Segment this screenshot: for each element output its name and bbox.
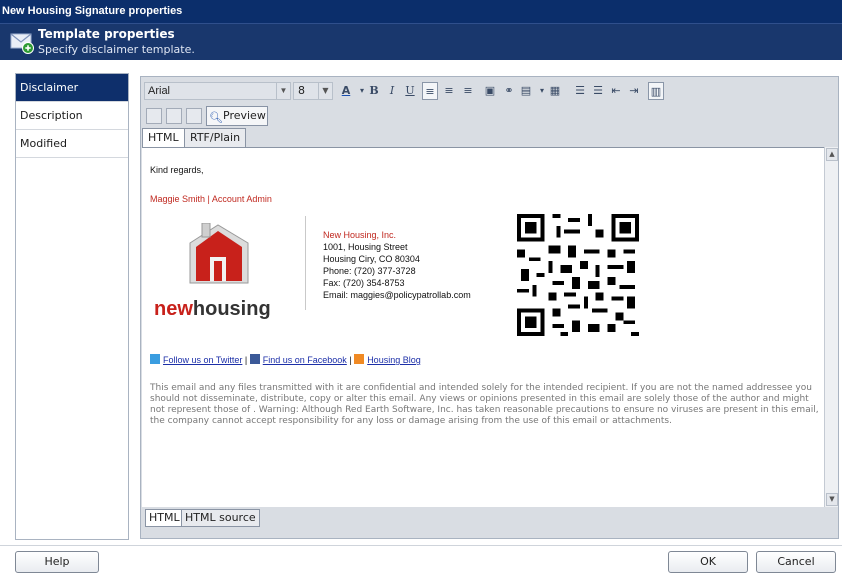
table-icon[interactable]: ▤ xyxy=(518,82,534,100)
logo-text-new: new xyxy=(154,298,193,319)
chevron-down-icon: ▼ xyxy=(318,83,332,99)
twitter-link[interactable]: Follow us on Twitter xyxy=(163,355,242,365)
address-line-2: Housing Ciry, CO 80304 xyxy=(323,254,420,264)
dialog-header: Template properties Specify disclaimer t… xyxy=(0,23,842,60)
footer-divider xyxy=(0,545,842,546)
header-title: Template properties xyxy=(38,27,175,41)
ok-button[interactable]: OK xyxy=(668,551,748,573)
tab-html-view[interactable]: HTML xyxy=(145,509,184,527)
sidebar: Disclaimer Description Modified xyxy=(15,73,129,540)
chevron-down-icon: ▼ xyxy=(276,83,290,99)
help-button[interactable]: Help xyxy=(15,551,99,573)
copy-icon[interactable] xyxy=(146,108,162,124)
font-size-value: 8 xyxy=(298,84,305,97)
unordered-list-icon[interactable]: ☰ xyxy=(590,82,606,100)
secondary-toolbar: 🔍︎ Preview xyxy=(144,106,444,126)
sidebar-item-description[interactable]: Description xyxy=(16,102,128,130)
twitter-icon xyxy=(150,354,160,364)
editor-tabs: HTML RTF/Plain xyxy=(142,128,442,148)
name-line: Maggie Smith | Account Admin xyxy=(150,194,272,204)
rss-icon xyxy=(354,354,365,364)
sidebar-item-modified[interactable]: Modified xyxy=(16,130,128,158)
signature-divider xyxy=(305,216,306,310)
link-icon[interactable]: ⚭ xyxy=(501,82,517,100)
editor-content[interactable]: Kind regards, Maggie Smith | Account Adm… xyxy=(142,147,824,507)
tab-rtf-plain[interactable]: RTF/Plain xyxy=(184,128,247,147)
email-line: Email: maggies@policypatrollab.com xyxy=(323,290,471,300)
preview-button[interactable]: 🔍︎ Preview xyxy=(206,106,268,126)
cancel-button[interactable]: Cancel xyxy=(756,551,836,573)
align-left-icon[interactable]: ≡ xyxy=(422,82,438,100)
tab-html-source[interactable]: HTML source xyxy=(181,509,260,527)
sidebar-item-disclaimer[interactable]: Disclaimer xyxy=(16,74,128,102)
facebook-link[interactable]: Find us on Facebook xyxy=(263,355,347,365)
disclaimer-text: This email and any files transmitted wit… xyxy=(150,383,819,426)
logo-text-housing: housing xyxy=(193,298,271,319)
greeting-text: Kind regards, xyxy=(150,165,204,175)
align-right-icon[interactable]: ≡ xyxy=(460,82,476,100)
window-title: New Housing Signature properties xyxy=(0,0,842,23)
svg-text:newhousing: newhousing xyxy=(154,298,271,319)
insert-field-icon[interactable]: ▦ xyxy=(547,82,563,100)
italic-icon[interactable]: I xyxy=(384,82,400,100)
save-icon[interactable] xyxy=(186,108,202,124)
tab-html[interactable]: HTML xyxy=(142,128,185,148)
font-size-select[interactable]: 8 ▼ xyxy=(293,82,333,100)
indent-icon[interactable]: ⇥ xyxy=(626,82,642,100)
view-tabs: HTML HTML source xyxy=(145,509,545,527)
header-subtitle: Specify disclaimer template. xyxy=(38,43,195,56)
underline-icon[interactable]: U xyxy=(402,82,418,100)
format-toolbar: Arial ▼ 8 ▼ A ▾ B I U ≡ ≡ ≡ ▣ ⚭ ▤ ▾ ▦ ☰ … xyxy=(144,80,834,102)
font-select-value: Arial xyxy=(148,85,171,97)
social-separator-1: | xyxy=(244,355,248,365)
outdent-icon[interactable]: ⇤ xyxy=(608,82,624,100)
font-select[interactable]: Arial ▼ xyxy=(144,82,291,100)
scroll-down-icon[interactable]: ▼ xyxy=(826,493,838,506)
envelope-add-icon xyxy=(10,33,34,54)
bold-icon[interactable]: B xyxy=(366,82,382,100)
ordered-list-icon[interactable]: ☰ xyxy=(572,82,588,100)
html-editor: Arial ▼ 8 ▼ A ▾ B I U ≡ ≡ ≡ ▣ ⚭ ▤ ▾ ▦ ☰ … xyxy=(140,76,839,539)
vertical-scrollbar[interactable]: ▲ ▼ xyxy=(824,147,838,507)
magnifier-icon: 🔍︎ xyxy=(209,111,223,124)
blog-link[interactable]: Housing Blog xyxy=(367,355,421,365)
qr-code xyxy=(513,210,643,340)
newhousing-logo: newhousing xyxy=(154,223,271,319)
phone-line: Phone: (720) 377-3728 xyxy=(323,266,416,276)
facebook-icon xyxy=(249,354,260,364)
image-icon[interactable]: ▣ xyxy=(482,82,498,100)
fax-line: Fax: (720) 354-8753 xyxy=(323,278,405,288)
social-separator-2: | xyxy=(349,355,352,365)
company-name: New Housing, Inc. xyxy=(323,230,397,240)
paste-icon[interactable] xyxy=(166,108,182,124)
address-line-1: 1001, Housing Street xyxy=(323,242,408,252)
align-center-icon[interactable]: ≡ xyxy=(441,82,457,100)
source-icon[interactable]: ▥ xyxy=(648,82,664,100)
font-color-icon[interactable]: A xyxy=(338,82,354,100)
preview-label: Preview xyxy=(223,109,266,122)
scroll-up-icon[interactable]: ▲ xyxy=(826,148,838,161)
social-links: Follow us on Twitter | Find us on Facebo… xyxy=(150,354,421,365)
